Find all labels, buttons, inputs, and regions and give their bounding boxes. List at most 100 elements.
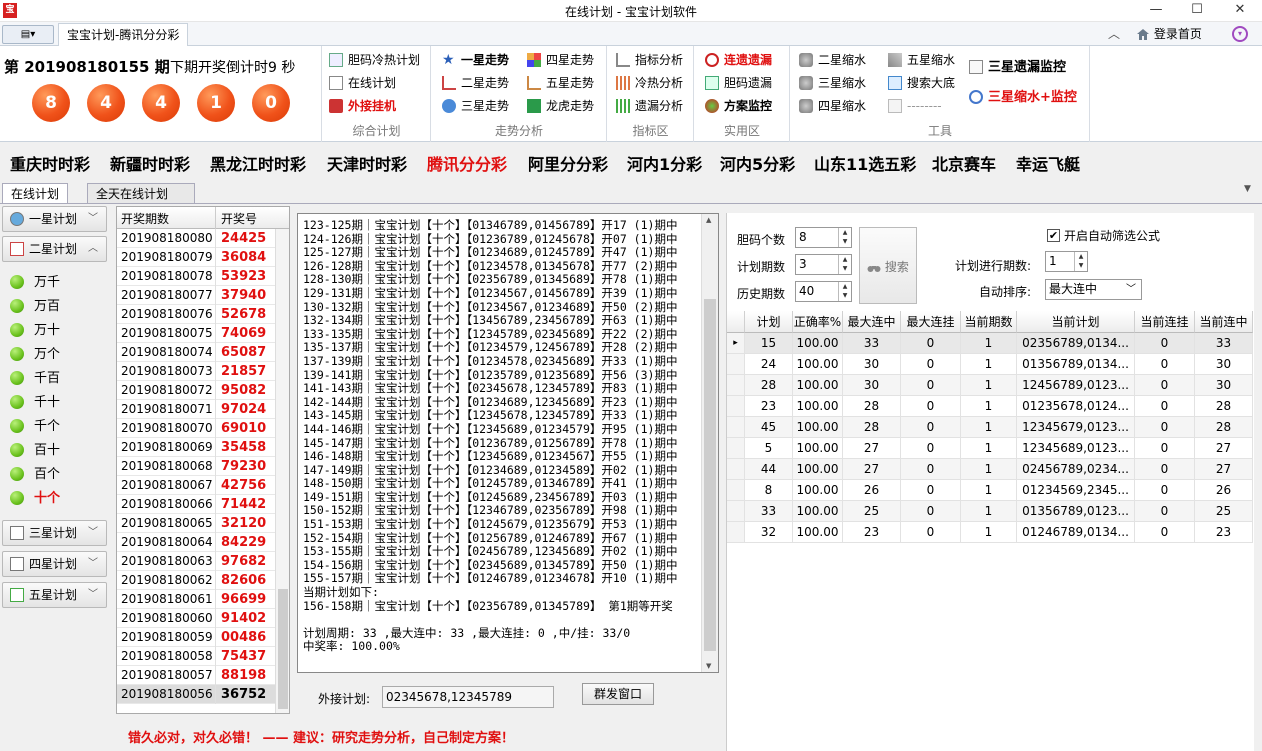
grid-cell[interactable]: 27 [1195, 459, 1253, 480]
search-button[interactable]: 搜索 [859, 227, 917, 304]
nav-five-star-plan[interactable]: 五星计划 ﹀ [2, 582, 107, 608]
grid-cell[interactable]: 28 [843, 417, 901, 438]
grid-cell[interactable]: 23 [843, 522, 901, 543]
history-row[interactable]: 201908180060 91402 [117, 609, 277, 628]
grid-cell[interactable]: 30 [843, 375, 901, 396]
five-star-trend-button[interactable]: 五星走势 [527, 73, 594, 93]
five-star-shrink-button[interactable]: 五星缩水 [888, 50, 955, 70]
digit-qiange[interactable]: 千个 [10, 417, 60, 437]
grid-cell[interactable]: 01356789,0123... [1017, 501, 1135, 522]
digit-qianbai[interactable]: 千百 [10, 369, 60, 389]
grid-cell[interactable]: 12345679,0123... [1017, 417, 1135, 438]
history-row[interactable]: 201908180063 97682 [117, 552, 277, 571]
running-periods-spinner[interactable]: 1 ▲ ▼ [1045, 251, 1088, 272]
digit-wanbai[interactable]: 万百 [10, 297, 60, 317]
three-star-shrink-button[interactable]: 三星缩水 [799, 73, 866, 93]
placeholder-tool-button[interactable]: -------- [888, 96, 942, 116]
grid-cell[interactable]: 0 [901, 459, 961, 480]
grid-cell[interactable]: 24 [745, 354, 793, 375]
grid-cell[interactable]: 01234569,2345... [1017, 480, 1135, 501]
grid-header-cell[interactable]: 当前连中 [1195, 311, 1253, 333]
row-selector[interactable] [727, 354, 745, 375]
category-bjpk10[interactable]: 北京赛车 [932, 151, 996, 175]
grid-cell[interactable]: 1 [961, 501, 1017, 522]
grid-cell[interactable]: 0 [901, 522, 961, 543]
grid-cell[interactable]: 0 [1135, 375, 1195, 396]
omission-analysis-button[interactable]: 遗漏分析 [616, 96, 683, 116]
grid-cell[interactable]: 100.00 [793, 333, 843, 354]
nav-one-star-plan[interactable]: 一星计划 ﹀ [2, 206, 107, 232]
category-cqssc[interactable]: 重庆时时彩 [10, 151, 90, 175]
grid-cell[interactable]: 12345689,0123... [1017, 438, 1135, 459]
history-row[interactable]: 201908180075 74069 [117, 324, 277, 343]
hotcold-analysis-button[interactable]: 冷热分析 [616, 73, 683, 93]
grid-cell[interactable]: 1 [961, 375, 1017, 396]
grid-cell[interactable]: 01246789,0134... [1017, 522, 1135, 543]
grid-cell[interactable]: 02456789,0234... [1017, 459, 1135, 480]
category-ali-ffc[interactable]: 阿里分分彩 [528, 151, 608, 175]
history-row[interactable]: 201908180064 84229 [117, 533, 277, 552]
four-star-trend-button[interactable]: 四星走势 [527, 50, 594, 70]
grid-cell[interactable]: 23 [745, 396, 793, 417]
digit-shige[interactable]: 十个 [10, 489, 60, 509]
grid-cell[interactable]: 100.00 [793, 375, 843, 396]
history-row[interactable]: 201908180058 75437 [117, 647, 277, 666]
grid-cell[interactable]: 33 [843, 333, 901, 354]
grid-cell[interactable]: 100.00 [793, 354, 843, 375]
row-selector[interactable] [727, 459, 745, 480]
history-row[interactable]: 201908180074 65087 [117, 343, 277, 362]
indicator-analysis-button[interactable]: 指标分析 [616, 50, 683, 70]
row-pointer-icon[interactable]: ▸ [727, 333, 745, 354]
grid-cell[interactable]: 01235678,0124... [1017, 396, 1135, 417]
login-home-button[interactable]: 登录首页 [1136, 24, 1202, 44]
grid-cell[interactable]: 8 [745, 480, 793, 501]
app-menu-button[interactable]: ▤▾ [2, 25, 54, 44]
digit-wange[interactable]: 万个 [10, 345, 60, 365]
grid-cell[interactable]: 27 [843, 438, 901, 459]
history-row[interactable]: 201908180062 82606 [117, 571, 277, 590]
grid-header-cell[interactable]: 最大连中 [843, 311, 901, 333]
grid-cell[interactable]: 0 [901, 480, 961, 501]
grid-cell[interactable]: 32 [745, 522, 793, 543]
one-star-trend-button[interactable]: ★ 一星走势 [442, 50, 509, 70]
row-selector[interactable] [727, 438, 745, 459]
grid-cell[interactable]: 23 [1195, 522, 1253, 543]
grid-cell[interactable]: 0 [1135, 480, 1195, 501]
search-base-button[interactable]: 搜索大底 [888, 73, 955, 93]
grid-cell[interactable]: 0 [1135, 333, 1195, 354]
grid-cell[interactable]: 28 [745, 375, 793, 396]
grid-cell[interactable]: 1 [961, 354, 1017, 375]
grid-cell[interactable]: 100.00 [793, 396, 843, 417]
grid-cell[interactable]: 100.00 [793, 522, 843, 543]
history-row[interactable]: 201908180059 00486 [117, 628, 277, 647]
external-plan-field[interactable]: 02345678,12345789 [382, 686, 554, 708]
tab-main[interactable]: 宝宝计划-腾讯分分彩 [58, 23, 189, 46]
history-row[interactable]: 201908180056 36752 [117, 685, 277, 704]
collapse-ribbon-icon[interactable]: ︿ [1108, 25, 1120, 42]
history-periods-spinner[interactable]: 40 ▲ ▼ [795, 281, 852, 302]
grid-header-cell[interactable]: 正确率% [793, 311, 843, 333]
history-row[interactable]: 201908180079 36084 [117, 248, 277, 267]
category-lucky-airship[interactable]: 幸运飞艇 [1016, 151, 1080, 175]
grid-cell[interactable]: 30 [1195, 354, 1253, 375]
category-hanoi-5[interactable]: 河内5分彩 [720, 151, 795, 175]
scheme-monitor-button[interactable]: 方案监控 [705, 96, 772, 116]
grid-cell[interactable]: 0 [901, 438, 961, 459]
grid-cell[interactable]: 0 [1135, 501, 1195, 522]
grid-cell[interactable]: 100.00 [793, 501, 843, 522]
dan-hotcold-plan-button[interactable]: 胆码冷热计划 [329, 50, 420, 70]
grid-cell[interactable]: 0 [901, 417, 961, 438]
spinner-arrows-icon[interactable]: ▲ ▼ [838, 228, 851, 247]
history-row[interactable]: 201908180072 95082 [117, 381, 277, 400]
category-tjssc[interactable]: 天津时时彩 [327, 151, 407, 175]
nav-two-star-plan[interactable]: 二星计划 ︿ [2, 236, 107, 262]
grid-cell[interactable]: 0 [1135, 417, 1195, 438]
nav-four-star-plan[interactable]: 四星计划 ﹀ [2, 551, 107, 577]
grid-cell[interactable]: 0 [1135, 354, 1195, 375]
digit-baige[interactable]: 百个 [10, 465, 60, 485]
grid-cell[interactable]: 1 [961, 396, 1017, 417]
grid-cell[interactable]: 44 [745, 459, 793, 480]
grid-cell[interactable]: 0 [901, 333, 961, 354]
history-row[interactable]: 201908180057 88198 [117, 666, 277, 685]
grid-cell[interactable]: 15 [745, 333, 793, 354]
